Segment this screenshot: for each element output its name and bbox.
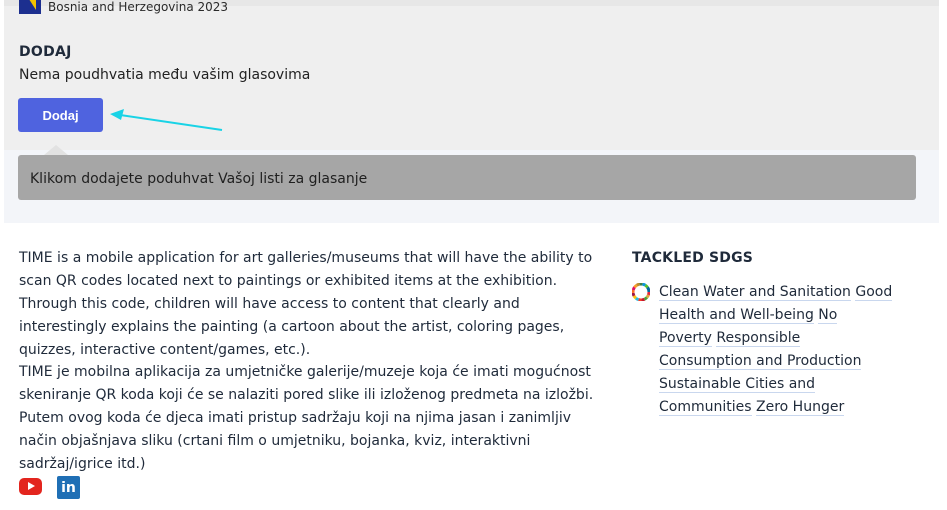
sdg-list: Clean Water and Sanitation Good Health a… [659, 281, 894, 419]
vote-title: DODAJ [19, 44, 72, 60]
page: Bosnia and Herzegovina 2023 DODAJ Nema p… [0, 0, 947, 510]
sdg-wheel-icon [632, 283, 650, 301]
vote-subtitle: Nema poudhvatia među vašim glasovima [19, 67, 311, 83]
right-margin [939, 0, 947, 510]
description-english: TIME is a mobile application for art gal… [19, 250, 593, 358]
linkedin-icon[interactable]: in [57, 476, 80, 499]
tooltip-text: Klikom dodajete poduhvat Vašoj listi za … [30, 171, 368, 187]
tooltip-caret [44, 145, 68, 155]
vote-tooltip: Klikom dodajete poduhvat Vašoj listi za … [18, 145, 916, 200]
play-icon [28, 482, 35, 490]
description-bosnian: TIME je mobilna aplikacija za umjetničke… [19, 364, 594, 472]
sdgs-title: TACKLED SDGS [632, 250, 754, 266]
flag-icon [19, 0, 41, 14]
sdg-link[interactable]: Zero Hunger [756, 399, 845, 416]
add-vote-button[interactable]: Dodaj [18, 98, 103, 132]
pointer-arrow-icon [110, 109, 223, 131]
sdg-link[interactable]: Clean Water and Sanitation [659, 284, 851, 301]
country-label: Bosnia and Herzegovina 2023 [48, 0, 229, 14]
youtube-icon[interactable] [19, 478, 42, 495]
